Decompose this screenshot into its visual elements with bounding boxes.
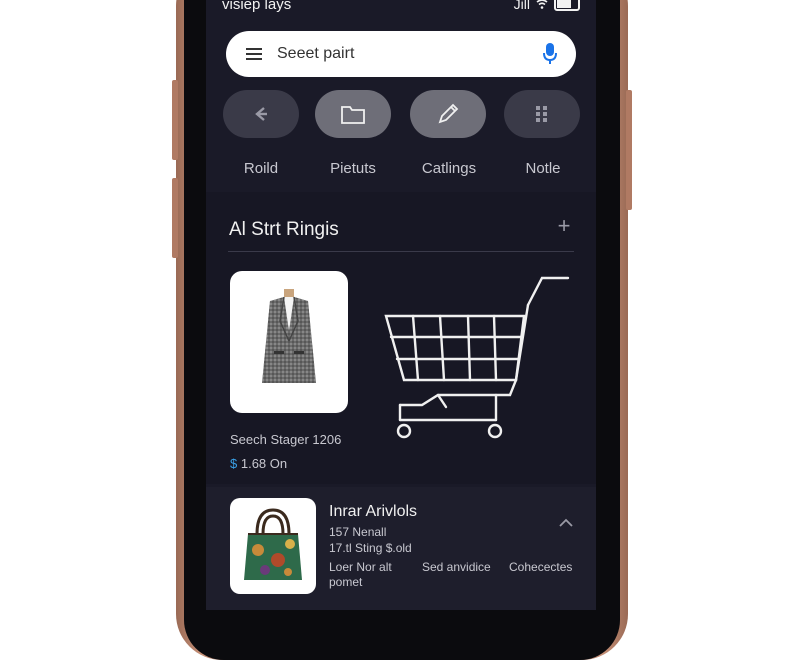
phone-side-button — [626, 90, 632, 210]
quick-action-pietuts-button[interactable] — [315, 90, 391, 138]
phone-screen: visiep lays Jill Seeet pairt Roild Pietu… — [206, 0, 596, 610]
search-bar[interactable]: Seeet pairt — [226, 31, 576, 77]
product-price: $ 1.68 On — [230, 456, 287, 471]
battery-icon — [554, 0, 580, 11]
quick-action-roild-button[interactable] — [223, 90, 299, 138]
price-value: 1.68 On — [240, 456, 288, 471]
product-image[interactable] — [230, 271, 348, 413]
item-detail: 157 Nenall — [329, 525, 387, 539]
quick-action-label: Notle — [525, 160, 561, 177]
item-tag[interactable]: Sed anvidice — [422, 560, 491, 574]
quick-action-catlings-button[interactable] — [410, 90, 486, 138]
search-input[interactable]: Seeet pairt — [277, 45, 354, 63]
menu-icon[interactable] — [246, 48, 262, 60]
item-tag-sub: pomet — [329, 575, 363, 589]
product-thumbnail[interactable] — [230, 498, 316, 594]
quick-action-label: Roild — [243, 160, 279, 177]
status-bar: visiep lays Jill — [206, 0, 596, 13]
blazer-vest-image — [262, 289, 316, 383]
wifi-icon — [536, 0, 548, 9]
price-currency: $ — [230, 456, 238, 471]
product-name: Seech Stager 1206 — [230, 432, 342, 447]
phone-side-button — [172, 178, 178, 258]
quick-actions: Roild Pietuts Catlings Notle — [206, 90, 596, 180]
item-detail: 17.tl Sting $.old — [329, 541, 412, 555]
phone-side-button — [172, 80, 178, 160]
folder-icon — [341, 106, 365, 124]
shopping-cart-icon[interactable] — [382, 275, 572, 445]
section-title: Al Strt Ringis — [229, 219, 339, 240]
divider — [228, 251, 574, 252]
dots-grid-icon — [536, 106, 547, 122]
pencil-icon — [438, 103, 459, 124]
mic-icon[interactable] — [542, 42, 558, 66]
quick-action-label: Catlings — [421, 160, 477, 177]
quick-action-label: Pietuts — [330, 160, 376, 177]
handbag-image — [244, 508, 302, 580]
status-text: visiep lays — [222, 0, 292, 13]
carrier-text: Jill — [513, 0, 530, 12]
item-title: Inrar Arivlols — [329, 503, 418, 520]
back-arrow-icon — [255, 107, 267, 121]
item-tag[interactable]: Cohecectes — [509, 560, 572, 574]
status-indicators: Jill — [514, 0, 580, 12]
quick-action-notle-button[interactable] — [504, 90, 580, 138]
plus-icon[interactable]: + — [554, 215, 574, 237]
chevron-up-icon[interactable] — [558, 518, 574, 528]
item-tag[interactable]: Loer Nor alt — [329, 560, 392, 574]
